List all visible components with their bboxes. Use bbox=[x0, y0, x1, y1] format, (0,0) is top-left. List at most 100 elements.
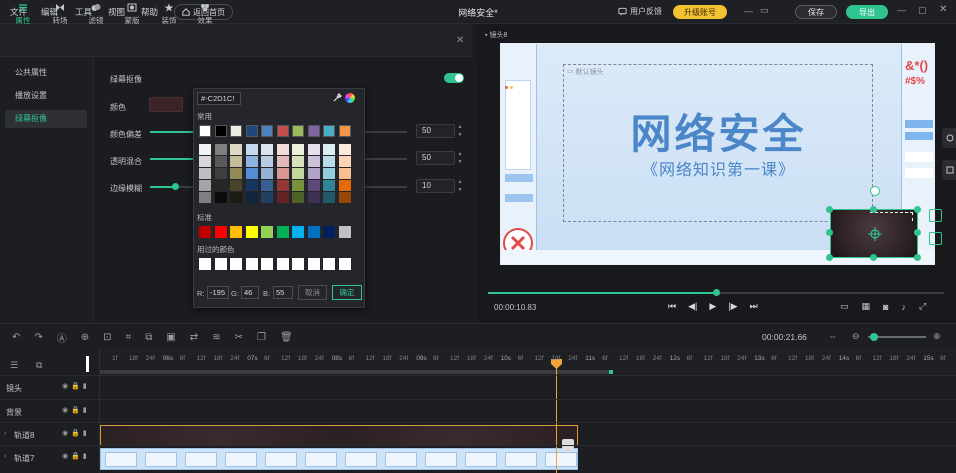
track-copy-icon[interactable]: ⧉ bbox=[36, 360, 42, 371]
swatch-shade[interactable] bbox=[261, 192, 273, 203]
lock-icon[interactable]: 🔒 bbox=[71, 429, 80, 437]
trash-icon[interactable]: ▮ bbox=[83, 382, 87, 390]
swatch-shade[interactable] bbox=[307, 180, 320, 191]
deviation-input[interactable]: 50 bbox=[416, 124, 455, 138]
swatch-shade[interactable] bbox=[338, 144, 351, 155]
delete-icon[interactable]: 🗑 bbox=[280, 332, 293, 343]
swatch-common[interactable] bbox=[199, 125, 211, 137]
swatch-shade[interactable] bbox=[199, 168, 211, 179]
swatch-standard[interactable] bbox=[292, 226, 304, 238]
restore-icon[interactable]: ▭ bbox=[760, 5, 769, 16]
edge-input[interactable]: 10 bbox=[416, 179, 455, 193]
trash-icon[interactable]: ▮ bbox=[83, 406, 87, 414]
maximize-window-icon[interactable]: ▢ bbox=[918, 5, 927, 16]
edge-stepper[interactable]: ▲ ▼ bbox=[456, 179, 464, 193]
swatch-standard[interactable] bbox=[261, 226, 273, 238]
sidebar-item-common[interactable]: 公共属性 bbox=[5, 64, 87, 82]
swatch-shade[interactable] bbox=[245, 180, 258, 191]
swatch-standard[interactable] bbox=[199, 226, 211, 238]
lock-icon[interactable]: 🔒 bbox=[71, 382, 80, 390]
swatch-shade[interactable] bbox=[307, 144, 320, 155]
blend-stepper[interactable]: ▲ ▼ bbox=[456, 151, 464, 165]
trash-icon[interactable]: ▮ bbox=[83, 452, 87, 460]
swatch-shade[interactable] bbox=[338, 180, 351, 191]
swatch-shade[interactable] bbox=[245, 192, 258, 203]
swatch-shade[interactable] bbox=[214, 144, 227, 155]
minimize-window-icon[interactable]: — bbox=[897, 5, 906, 15]
swatch-shade[interactable] bbox=[214, 180, 227, 191]
swatch-shade[interactable] bbox=[276, 156, 289, 167]
screen-icon[interactable]: ▭ bbox=[840, 301, 849, 312]
deviation-slider[interactable] bbox=[150, 131, 194, 133]
swatch-standard[interactable] bbox=[214, 226, 227, 238]
expand-icon[interactable]: › bbox=[4, 430, 6, 437]
eye-icon[interactable]: ◉ bbox=[62, 406, 68, 414]
swatch-shade[interactable] bbox=[292, 180, 304, 191]
work-area-end[interactable] bbox=[609, 370, 613, 374]
tab-decoration[interactable]: 装饰 bbox=[153, 3, 185, 31]
image-icon[interactable]: ▣ bbox=[166, 332, 175, 343]
text-tool-icon[interactable]: Ⓐ bbox=[57, 330, 67, 345]
swatch-shade[interactable] bbox=[214, 192, 227, 203]
rotate-handle-icon[interactable] bbox=[870, 186, 880, 196]
swatch-shade[interactable] bbox=[338, 168, 351, 179]
g-input[interactable]: 46 bbox=[241, 286, 259, 299]
cancel-button[interactable]: 取消 bbox=[298, 285, 327, 300]
swatch-shade[interactable] bbox=[230, 144, 242, 155]
swatch-shade[interactable] bbox=[261, 180, 273, 191]
tab-effect[interactable]: 效果 bbox=[189, 3, 221, 31]
tab-properties[interactable]: 属性 bbox=[7, 3, 39, 31]
redo-icon[interactable]: ↷ bbox=[34, 332, 42, 343]
swatch-shade[interactable] bbox=[261, 156, 273, 167]
swatch-common[interactable] bbox=[323, 125, 335, 137]
anchor-crosshair-icon[interactable] bbox=[868, 227, 882, 241]
crop-tool-icon[interactable]: ⌗ bbox=[126, 332, 132, 343]
lock-icon[interactable]: 🔒 bbox=[71, 452, 80, 460]
swatch-shade[interactable] bbox=[230, 168, 242, 179]
swatch-shade[interactable] bbox=[292, 192, 304, 203]
swatch-shade[interactable] bbox=[199, 156, 211, 167]
playback-progress[interactable] bbox=[488, 292, 716, 294]
target-icon[interactable]: ⊕ bbox=[81, 332, 89, 343]
swatch-shade[interactable] bbox=[276, 180, 289, 191]
swatch-common[interactable] bbox=[230, 125, 242, 137]
minimize-icon[interactable]: — bbox=[744, 6, 753, 16]
swatch-common[interactable] bbox=[307, 125, 320, 137]
swatch-recent[interactable] bbox=[261, 258, 273, 270]
swatch-shade[interactable] bbox=[230, 180, 242, 191]
prev-frame-icon[interactable]: ◀| bbox=[688, 301, 697, 312]
volume-icon[interactable]: ♪ bbox=[901, 302, 906, 312]
swatch-shade[interactable] bbox=[338, 156, 351, 167]
swatch-shade[interactable] bbox=[276, 192, 289, 203]
swatch-shade[interactable] bbox=[214, 156, 227, 167]
upgrade-button[interactable]: 升级账号 bbox=[673, 5, 727, 19]
eye-icon[interactable]: ◉ bbox=[62, 382, 68, 390]
swatch-shade[interactable] bbox=[323, 192, 335, 203]
resize-handle[interactable] bbox=[826, 254, 833, 261]
swatch-shade[interactable] bbox=[276, 168, 289, 179]
swatch-recent[interactable] bbox=[276, 258, 289, 270]
swatch-shade[interactable] bbox=[261, 144, 273, 155]
work-area-bar[interactable] bbox=[100, 370, 612, 374]
resize-handle[interactable] bbox=[826, 206, 833, 213]
swatch-shade[interactable] bbox=[245, 144, 258, 155]
trash-icon[interactable]: ▮ bbox=[83, 429, 87, 437]
swatch-shade[interactable] bbox=[338, 192, 351, 203]
side-tool-1[interactable] bbox=[942, 128, 956, 148]
sidebar-item-playback[interactable]: 播放设置 bbox=[5, 87, 87, 105]
resize-handle[interactable] bbox=[914, 229, 921, 236]
tab-filter[interactable]: 滤镜 bbox=[80, 3, 112, 31]
swatch-recent[interactable] bbox=[230, 258, 242, 270]
r-input[interactable]: -195 bbox=[207, 286, 229, 299]
resize-handle[interactable] bbox=[914, 206, 921, 213]
swatch-standard[interactable] bbox=[276, 226, 289, 238]
side-tool-2[interactable] bbox=[942, 160, 956, 180]
save-button[interactable]: 保存 bbox=[795, 5, 837, 19]
resize-handle[interactable] bbox=[870, 206, 877, 213]
crop-icon[interactable] bbox=[929, 232, 942, 245]
swatch-recent[interactable] bbox=[214, 258, 227, 270]
swatch-shade[interactable] bbox=[292, 144, 304, 155]
cut-icon[interactable]: ✂ bbox=[235, 332, 243, 343]
layers-icon[interactable]: ≋ bbox=[212, 332, 220, 343]
fit-timeline-icon[interactable]: ⇔ bbox=[828, 331, 837, 341]
